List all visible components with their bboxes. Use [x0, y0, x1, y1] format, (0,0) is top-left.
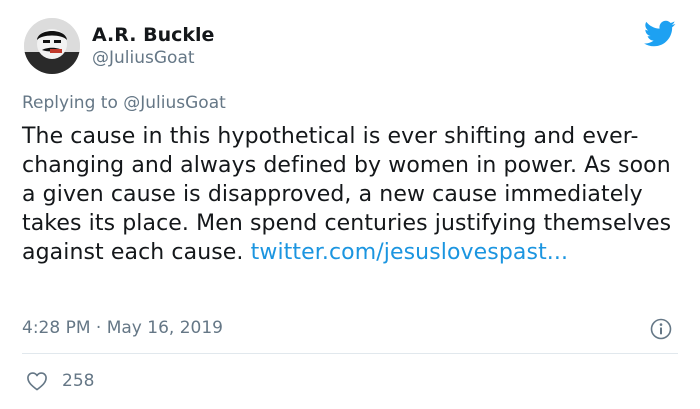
tweet-timestamp[interactable]: 4:28 PM · May 16, 2019	[22, 317, 223, 339]
timestamp-separator: ·	[90, 318, 107, 338]
tweet-card: A.R. Buckle @JuliusGoat Replying to @Jul…	[0, 0, 700, 409]
tweet-link[interactable]: twitter.com/jesuslovespast...	[251, 240, 568, 265]
heart-icon[interactable]	[26, 371, 48, 391]
tweet-text: The cause in this hypothetical is ever s…	[22, 122, 682, 267]
replying-to-prefix: Replying to	[22, 93, 124, 113]
tweet-time: 4:28 PM	[22, 318, 91, 338]
info-icon[interactable]	[650, 318, 672, 340]
like-count: 258	[62, 371, 95, 391]
replying-to-line: Replying to @JuliusGoat	[22, 92, 226, 114]
divider	[22, 353, 678, 354]
author-display-name[interactable]: A.R. Buckle	[92, 24, 214, 46]
twitter-bird-icon[interactable]	[644, 20, 676, 48]
avatar[interactable]	[24, 18, 80, 74]
tweet-date: May 16, 2019	[106, 318, 223, 338]
avatar-image	[24, 18, 80, 74]
author-handle[interactable]: @JuliusGoat	[92, 48, 195, 68]
replying-to-mention[interactable]: @JuliusGoat	[123, 93, 226, 113]
